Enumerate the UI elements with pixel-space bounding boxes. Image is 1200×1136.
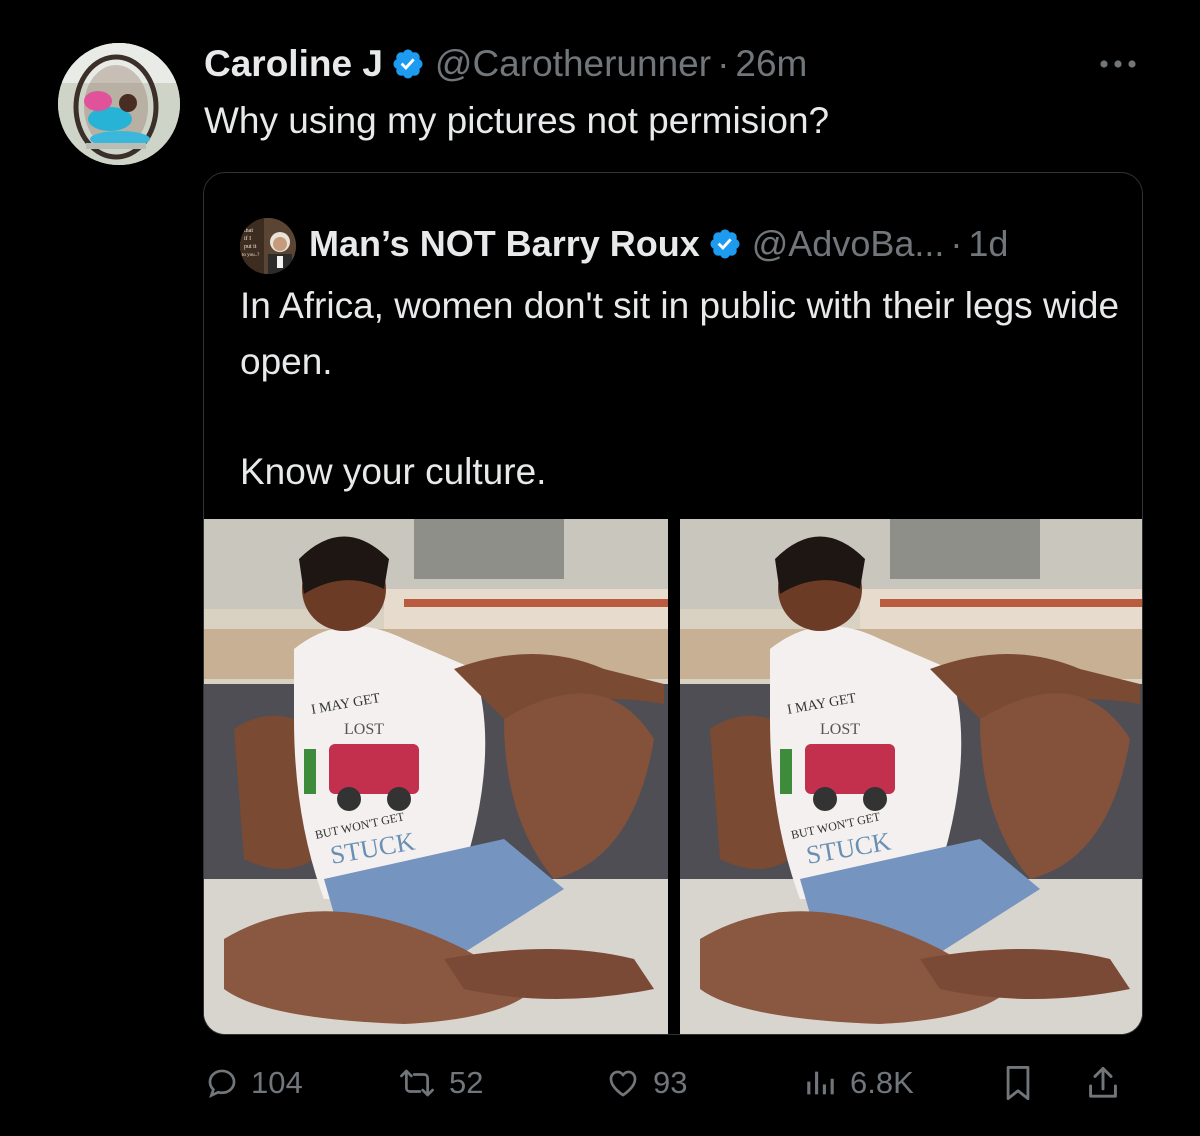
quoted-tweet-text: In Africa, women don't sit in public wit… [240, 278, 1120, 500]
author-avatar[interactable] [58, 43, 180, 165]
reply-count: 104 [251, 1065, 303, 1100]
quoted-avatar-caption-3: put it [244, 244, 257, 250]
bookmark-icon [1006, 1066, 1030, 1101]
verified-badge-icon [708, 227, 742, 261]
retweet-icon [400, 1069, 434, 1097]
quoted-tweet-timestamp[interactable]: 1d [968, 221, 1008, 267]
like-button[interactable]: 93 [605, 1060, 687, 1106]
quoted-avatar-image: that if I put it to you..? [240, 218, 296, 274]
quoted-tweet-header: Man’s NOT Barry Roux @AdvoBa... · 1d [309, 221, 1008, 267]
tweet-text: Why using my pictures not permision? [204, 100, 830, 141]
quoted-tweet-text-line: In Africa, women don't sit in public wit… [240, 285, 1120, 382]
quoted-avatar-caption-4: to you..? [242, 253, 260, 258]
author-display-name[interactable]: Caroline J [204, 40, 383, 88]
share-icon [1089, 1066, 1117, 1098]
shirt-text-mid: LOST [344, 721, 384, 738]
reply-button[interactable]: 104 [205, 1060, 303, 1106]
bookmark-button[interactable] [1001, 1060, 1035, 1106]
media-photo-1[interactable]: I MAY GET LOST BUT WON'T GET STUCK [204, 519, 668, 1034]
media-photo-2[interactable]: I MAY GET LOST BUT WON'T GET STUCK [680, 519, 1142, 1034]
photo-image: I MAY GET LOST BUT WON'T GET STUCK [680, 519, 1142, 1034]
author-handle[interactable]: @Carotherunner [435, 40, 711, 88]
quoted-author-handle[interactable]: @AdvoBa... [752, 221, 945, 267]
shirt-text-mid: LOST [820, 721, 860, 738]
retweet-button[interactable]: 52 [397, 1060, 483, 1106]
like-count: 93 [653, 1065, 688, 1100]
tweet-timestamp[interactable]: 26m [735, 40, 807, 88]
separator-dot: · [950, 223, 963, 264]
tweet: Caroline J @Carotherunner · 26m Why usin… [0, 0, 1200, 1136]
quoted-author-display-name[interactable]: Man’s NOT Barry Roux [309, 221, 700, 267]
more-dots-icon[interactable] [1094, 50, 1142, 78]
heart-icon [609, 1070, 637, 1097]
tweet-actions: 104 52 93 6.8K [205, 1060, 1140, 1106]
retweet-count: 52 [449, 1065, 484, 1100]
views-button[interactable]: 6.8K [802, 1060, 914, 1106]
quoted-tweet-media: I MAY GET LOST BUT WON'T GET STUCK I MAY… [204, 519, 1142, 1034]
reply-icon [208, 1069, 236, 1099]
author-avatar-image [58, 43, 180, 165]
quoted-tweet-text-line: Know your culture. [240, 451, 547, 492]
verified-badge-icon [391, 47, 425, 81]
quoted-author-avatar[interactable]: that if I put it to you..? [240, 218, 296, 274]
quoted-avatar-caption-1: that [244, 228, 253, 234]
share-button[interactable] [1085, 1060, 1121, 1106]
quoted-avatar-caption-2: if I [244, 235, 251, 242]
quoted-tweet[interactable]: that if I put it to you..? Man’s NOT Bar… [203, 172, 1143, 1035]
photo-image: I MAY GET LOST BUT WON'T GET STUCK [204, 519, 668, 1034]
tweet-header: Caroline J @Carotherunner · 26m [204, 40, 807, 88]
views-chart-icon [807, 1071, 834, 1095]
separator-dot: · [717, 43, 730, 84]
views-count: 6.8K [850, 1065, 914, 1100]
